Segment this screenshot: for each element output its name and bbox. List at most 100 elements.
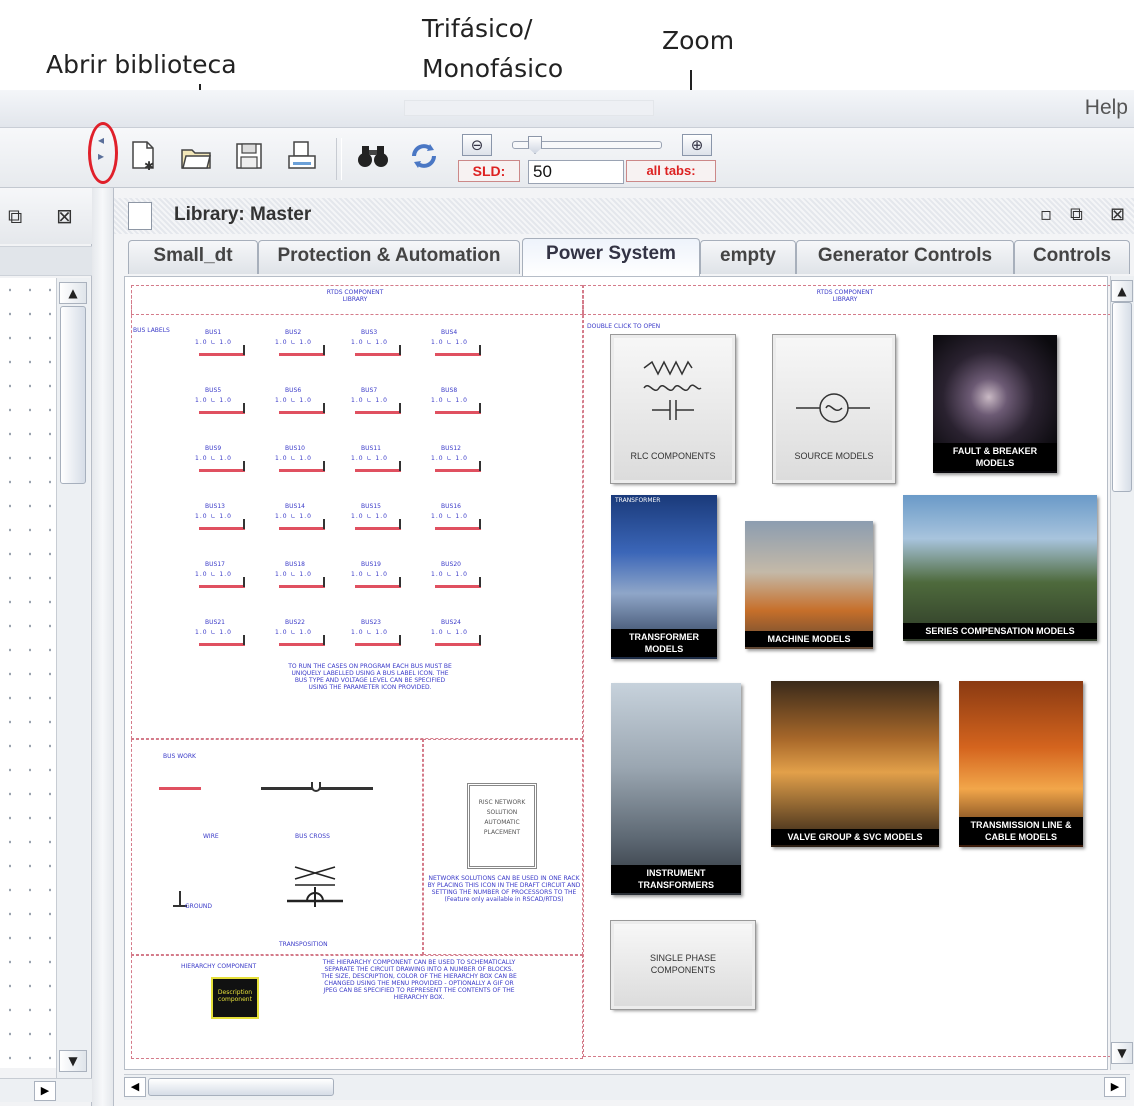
- annotation-three-phase-2: Monofásico: [422, 54, 564, 83]
- bus-label-item[interactable]: BUS4 1.0 ∟ 1.0: [431, 329, 491, 369]
- scroll-thumb[interactable]: [60, 306, 86, 484]
- bus-values: 1.0 ∟ 1.0: [195, 513, 232, 520]
- print-icon[interactable]: [286, 140, 316, 172]
- bus-name: BUS14: [285, 503, 305, 510]
- library-canvas[interactable]: RTDS COMPONENT LIBRARY RTDS COMPONENT LI…: [124, 276, 1111, 1070]
- refresh-icon[interactable]: [408, 140, 438, 172]
- transposition-label: TRANSPOSITION: [279, 941, 328, 948]
- bus-tick: [323, 403, 325, 413]
- bus-tick: [479, 345, 481, 355]
- scroll-up-icon[interactable]: ▲: [1111, 280, 1133, 302]
- tab-small-dt[interactable]: Small_dt: [128, 240, 258, 274]
- fault-breaker-tile[interactable]: FAULT & BREAKER MODELS: [933, 335, 1057, 473]
- zoom-value-field[interactable]: 50: [528, 160, 624, 184]
- scroll-left-icon[interactable]: ◀: [124, 1077, 146, 1097]
- scroll-thumb[interactable]: [1112, 302, 1132, 492]
- tab-power-system[interactable]: Power System: [522, 238, 700, 276]
- library-vertical-scrollbar[interactable]: ▲ ▼: [1110, 276, 1134, 1070]
- series-compensation-tile[interactable]: SERIES COMPENSATION MODELS: [903, 495, 1097, 641]
- save-icon[interactable]: [234, 140, 264, 172]
- scroll-up-icon[interactable]: ▲: [59, 282, 87, 304]
- bus-name: BUS22: [285, 619, 305, 626]
- close-icon[interactable]: ⊠: [1110, 204, 1125, 225]
- bus-label-item[interactable]: BUS6 1.0 ∟ 1.0: [275, 387, 335, 427]
- bus-label-item[interactable]: BUS9 1.0 ∟ 1.0: [195, 445, 255, 485]
- bus-label-item[interactable]: BUS10 1.0 ∟ 1.0: [275, 445, 335, 485]
- new-file-icon[interactable]: ✱: [128, 140, 158, 173]
- bus-label-item[interactable]: BUS7 1.0 ∟ 1.0: [351, 387, 411, 427]
- tab-protection-automation[interactable]: Protection & Automation: [258, 240, 520, 274]
- valve-group-svc-tile[interactable]: VALVE GROUP & SVC MODELS: [771, 681, 939, 847]
- panel-divider[interactable]: [92, 188, 114, 1106]
- bus-label-item[interactable]: BUS16 1.0 ∟ 1.0: [431, 503, 491, 543]
- hierarchy-component-box[interactable]: Description component: [211, 977, 259, 1019]
- scroll-down-icon[interactable]: ▼: [1111, 1042, 1133, 1064]
- machine-models-tile[interactable]: MACHINE MODELS: [745, 521, 873, 649]
- bus-values: 1.0 ∟ 1.0: [275, 339, 312, 346]
- bus-label-item[interactable]: BUS11 1.0 ∟ 1.0: [351, 445, 411, 485]
- bus-label-item[interactable]: BUS8 1.0 ∟ 1.0: [431, 387, 491, 427]
- network-solution-box[interactable]: RISC NETWORK SOLUTION AUTOMATIC PLACEMEN…: [467, 783, 537, 869]
- bus-label-item[interactable]: BUS12 1.0 ∟ 1.0: [431, 445, 491, 485]
- bus-label-item[interactable]: BUS23 1.0 ∟ 1.0: [351, 619, 411, 659]
- sld-toggle-button[interactable]: SLD:: [458, 160, 520, 182]
- restore-icon[interactable]: ⧉: [8, 204, 22, 228]
- wire-symbol[interactable]: [159, 787, 201, 790]
- tab-empty[interactable]: empty: [700, 240, 796, 274]
- bus-label-item[interactable]: BUS14 1.0 ∟ 1.0: [275, 503, 335, 543]
- minimize-icon[interactable]: ▫: [1040, 204, 1052, 225]
- close-icon[interactable]: ⊠: [56, 204, 73, 228]
- left-vertical-scrollbar[interactable]: ▲ ▼: [56, 278, 90, 1078]
- menu-help[interactable]: Help: [1085, 96, 1128, 120]
- scroll-right-icon[interactable]: ▶: [34, 1081, 56, 1101]
- bus-label-item[interactable]: BUS2 1.0 ∟ 1.0: [275, 329, 335, 369]
- bus-line: [355, 585, 401, 588]
- all-tabs-button[interactable]: all tabs:: [626, 160, 716, 182]
- bus-label-item[interactable]: BUS18 1.0 ∟ 1.0: [275, 561, 335, 601]
- transposition-icon[interactable]: [285, 857, 345, 921]
- left-draft-canvas[interactable]: [0, 278, 56, 1068]
- bus-name: BUS21: [205, 619, 225, 626]
- tab-controls[interactable]: Controls: [1014, 240, 1130, 274]
- collapse-panel-arrows-icon[interactable]: ◂ ▸: [98, 132, 104, 164]
- binoculars-icon[interactable]: [356, 140, 388, 172]
- bus-label-item[interactable]: BUS3 1.0 ∟ 1.0: [351, 329, 411, 369]
- transmission-line-tile[interactable]: TRANSMISSION LINE & CABLE MODELS: [959, 681, 1083, 847]
- rlc-components-tile[interactable]: RLC COMPONENTS: [610, 334, 736, 484]
- bus-tick: [243, 461, 245, 471]
- annotation-zoom: Zoom: [662, 26, 735, 55]
- source-models-tile[interactable]: SOURCE MODELS: [772, 334, 896, 484]
- restore-icon[interactable]: ⧉: [1070, 204, 1083, 225]
- single-phase-components-label: SINGLE PHASE COMPONENTS: [649, 953, 717, 975]
- bus-tick: [399, 519, 401, 529]
- scroll-thumb[interactable]: [148, 1078, 334, 1096]
- zoom-in-button[interactable]: ⊕: [682, 134, 712, 156]
- bus-values: 1.0 ∟ 1.0: [275, 629, 312, 636]
- bus-label-item[interactable]: BUS17 1.0 ∟ 1.0: [195, 561, 255, 601]
- bus-label-item[interactable]: BUS1 1.0 ∟ 1.0: [195, 329, 255, 369]
- tab-generator-controls[interactable]: Generator Controls: [796, 240, 1014, 274]
- bus-label-item[interactable]: BUS24 1.0 ∟ 1.0: [431, 619, 491, 659]
- bus-label-item[interactable]: BUS20 1.0 ∟ 1.0: [431, 561, 491, 601]
- single-phase-components-tile[interactable]: SINGLE PHASE COMPONENTS: [610, 920, 756, 1010]
- library-window-icon: [128, 202, 152, 230]
- bus-label-item[interactable]: BUS21 1.0 ∟ 1.0: [195, 619, 255, 659]
- bus-label-item[interactable]: BUS19 1.0 ∟ 1.0: [351, 561, 411, 601]
- open-folder-icon[interactable]: [180, 140, 211, 172]
- bus-tick: [479, 635, 481, 645]
- transformer-models-tile[interactable]: TRANSFORMER TRANSFORMER MODELS: [611, 495, 717, 659]
- scroll-down-icon[interactable]: ▼: [59, 1050, 87, 1072]
- scroll-right-icon[interactable]: ▶: [1104, 1077, 1126, 1097]
- bus-label-item[interactable]: BUS22 1.0 ∟ 1.0: [275, 619, 335, 659]
- bus-label-item[interactable]: BUS5 1.0 ∟ 1.0: [195, 387, 255, 427]
- ground-symbol[interactable]: [179, 891, 181, 905]
- library-horizontal-scrollbar[interactable]: ◀ ▶: [124, 1074, 1130, 1100]
- bus-line: [199, 411, 245, 414]
- bus-name: BUS13: [205, 503, 225, 510]
- bus-label-item[interactable]: BUS15 1.0 ∟ 1.0: [351, 503, 411, 543]
- bus-name: BUS12: [441, 445, 461, 452]
- bus-label-item[interactable]: BUS13 1.0 ∟ 1.0: [195, 503, 255, 543]
- instrument-transformers-tile[interactable]: INSTRUMENT TRANSFORMERS: [611, 683, 741, 895]
- zoom-out-button[interactable]: ⊖: [462, 134, 492, 156]
- left-horizontal-scrollbar[interactable]: ▶: [0, 1078, 92, 1102]
